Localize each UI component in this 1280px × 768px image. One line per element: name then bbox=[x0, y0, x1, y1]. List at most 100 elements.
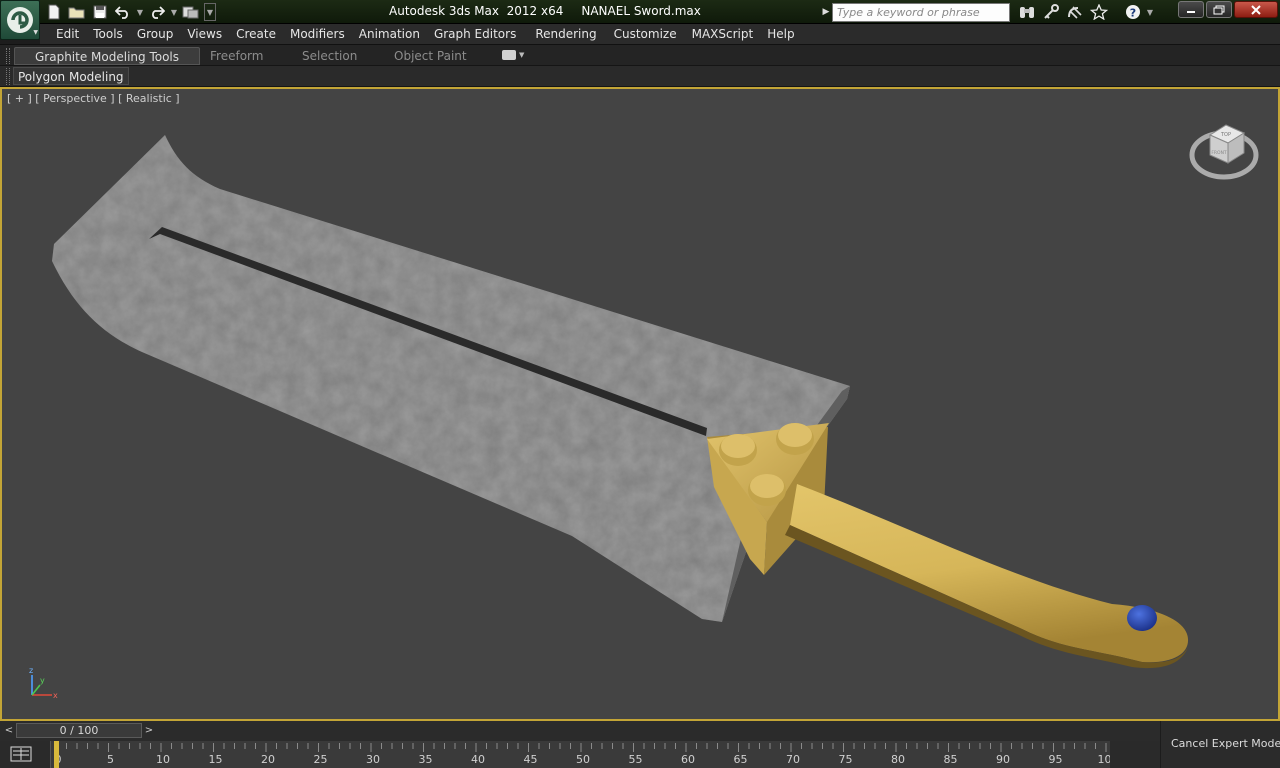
infocenter-search: ▶ bbox=[820, 2, 1010, 22]
viewcube-front-label: FRONT bbox=[1211, 150, 1227, 156]
window-title: Autodesk 3ds Max 2012 x64 NANAEL Sword.ma… bbox=[389, 4, 719, 18]
satellite-icon[interactable] bbox=[1064, 2, 1086, 22]
restore-icon[interactable] bbox=[1206, 1, 1232, 18]
ruler-tick-label: 50 bbox=[576, 753, 590, 766]
menu-help[interactable]: Help bbox=[760, 24, 801, 44]
ruler-tick-label: 90 bbox=[996, 753, 1010, 766]
status-area: Cancel Expert Mode bbox=[1160, 721, 1280, 768]
menu-maxscript[interactable]: MAXScript bbox=[685, 24, 761, 44]
viewport-view-menu[interactable]: [ Perspective ] bbox=[35, 92, 114, 105]
ruler-tick-label: 10 bbox=[156, 753, 170, 766]
save-icon[interactable] bbox=[90, 3, 110, 21]
menu-tools[interactable]: Tools bbox=[86, 24, 130, 44]
tab-object-paint[interactable]: Object Paint bbox=[394, 47, 467, 65]
ruler-tick-label: 100 bbox=[1098, 753, 1112, 766]
time-slider-next-button[interactable]: > bbox=[142, 723, 156, 739]
quick-access-toolbar: ▼ ▼ ▼ bbox=[44, 2, 216, 22]
ruler-tick-label: 75 bbox=[839, 753, 853, 766]
tab-selection[interactable]: Selection bbox=[302, 47, 357, 65]
panel-grip-handle[interactable] bbox=[6, 68, 10, 85]
viewport-plus-menu[interactable]: [ + ] bbox=[7, 92, 32, 105]
ribbon-panel-bar: Polygon Modeling bbox=[0, 66, 1280, 87]
pommel-gem[interactable] bbox=[1127, 605, 1157, 631]
mini-curve-editor-icon[interactable] bbox=[10, 745, 32, 763]
axis-y-label: y bbox=[40, 676, 45, 685]
axis-x-label: x bbox=[53, 691, 58, 700]
search-input[interactable] bbox=[832, 2, 1010, 22]
title-bar: ▼ ▼ ▼ Autodesk 3ds Max 2012 x64 NANAEL Sw… bbox=[0, 0, 1280, 24]
star-icon[interactable] bbox=[1088, 2, 1110, 22]
current-frame-marker[interactable] bbox=[54, 741, 59, 768]
ruler-tick-label: 15 bbox=[209, 753, 223, 766]
cancel-expert-mode-button[interactable]: Cancel Expert Mode bbox=[1171, 737, 1280, 750]
time-slider: < 0 / 100 > bbox=[0, 721, 1160, 741]
track-bar: 0510152025303540455055606570758085909510… bbox=[0, 741, 1160, 768]
ruler-tick-label: 40 bbox=[471, 753, 485, 766]
time-slider-prev-button[interactable]: < bbox=[2, 723, 16, 739]
handle[interactable] bbox=[790, 484, 1189, 663]
search-expand-icon[interactable]: ▶ bbox=[820, 3, 832, 21]
menu-views[interactable]: Views bbox=[180, 24, 229, 44]
ruler-tick-label: 60 bbox=[681, 753, 695, 766]
file-name: NANAEL Sword.max bbox=[581, 4, 701, 18]
ribbon-options-icon[interactable]: ▼ bbox=[502, 50, 524, 60]
ruler-tick-label: 20 bbox=[261, 753, 275, 766]
menu-graph-editors[interactable]: Graph Editors bbox=[427, 24, 523, 44]
help-dropdown-icon[interactable]: ▼ bbox=[1146, 3, 1154, 21]
menu-group[interactable]: Group bbox=[130, 24, 181, 44]
ruler-tick-label: 30 bbox=[366, 753, 380, 766]
undo-icon[interactable] bbox=[113, 3, 133, 21]
polygon-modeling-panel-button[interactable]: Polygon Modeling bbox=[13, 67, 129, 85]
qat-customize-dropdown-icon[interactable]: ▼ bbox=[204, 3, 216, 21]
undo-dropdown-icon[interactable]: ▼ bbox=[136, 3, 144, 21]
menu-create[interactable]: Create bbox=[229, 24, 283, 44]
key-icon[interactable] bbox=[1040, 2, 1062, 22]
perspective-viewport[interactable]: [ + ] [ Perspective ] [ Realistic ] TOP … bbox=[0, 87, 1280, 721]
tab-freeform[interactable]: Freeform bbox=[210, 47, 263, 65]
viewcube-icon[interactable]: TOP FRONT bbox=[1188, 117, 1260, 185]
menu-edit[interactable]: Edit bbox=[49, 24, 86, 44]
ruler-tick-label: 85 bbox=[944, 753, 958, 766]
tab-graphite-modeling-tools[interactable]: Graphite Modeling Tools bbox=[14, 47, 201, 65]
binoculars-icon[interactable] bbox=[1016, 2, 1038, 22]
ruler-tick-label: 55 bbox=[629, 753, 643, 766]
viewcube-top-label: TOP bbox=[1220, 132, 1231, 138]
minimize-icon[interactable] bbox=[1178, 1, 1204, 18]
redo-icon[interactable] bbox=[147, 3, 167, 21]
axis-tripod-icon: z y x bbox=[29, 666, 58, 700]
sword-model[interactable] bbox=[2, 89, 1278, 719]
logo-dropdown-icon: ▼ bbox=[33, 29, 38, 36]
menu-customize[interactable]: Customize bbox=[607, 24, 684, 44]
track-bar-end bbox=[1110, 741, 1160, 768]
project-folder-icon[interactable] bbox=[181, 3, 201, 21]
ruler-tick-label: 65 bbox=[734, 753, 748, 766]
viewport-label: [ + ] [ Perspective ] [ Realistic ] bbox=[7, 92, 180, 105]
infocenter-tools: ? ▼ bbox=[1016, 2, 1154, 22]
ruler-tick-label: 80 bbox=[891, 753, 905, 766]
axis-z-label: z bbox=[29, 666, 33, 675]
menu-rendering[interactable]: Rendering bbox=[528, 24, 603, 44]
ruler-tick-label: 95 bbox=[1049, 753, 1063, 766]
app-name: Autodesk 3ds Max 2012 x64 bbox=[389, 4, 564, 18]
ribbon-grip-handle[interactable] bbox=[6, 48, 10, 64]
ruler-tick-label: 25 bbox=[314, 753, 328, 766]
ruler-tick-label: 35 bbox=[419, 753, 433, 766]
help-icon[interactable]: ? bbox=[1122, 2, 1144, 22]
open-file-icon[interactable] bbox=[67, 3, 87, 21]
viewport-shading-menu[interactable]: [ Realistic ] bbox=[118, 92, 180, 105]
close-icon[interactable] bbox=[1234, 1, 1278, 18]
3dsmax-logo-icon[interactable]: ▼ bbox=[0, 0, 40, 40]
ruler-tick-label: 45 bbox=[524, 753, 538, 766]
menu-modifiers[interactable]: Modifiers bbox=[283, 24, 352, 44]
ruler-tick-label: 70 bbox=[786, 753, 800, 766]
new-file-icon[interactable] bbox=[44, 3, 64, 21]
ribbon-tab-bar: Graphite Modeling Tools Freeform Selecti… bbox=[0, 44, 1280, 66]
track-bar-ruler[interactable]: 0510152025303540455055606570758085909510… bbox=[50, 741, 1112, 768]
menu-bar: Edit Tools Group Views Create Modifiers … bbox=[40, 24, 1280, 44]
window-controls bbox=[1178, 1, 1278, 18]
svg-text:?: ? bbox=[1130, 7, 1136, 20]
redo-dropdown-icon[interactable]: ▼ bbox=[170, 3, 178, 21]
time-slider-thumb[interactable]: 0 / 100 bbox=[16, 723, 142, 738]
menu-animation[interactable]: Animation bbox=[352, 24, 427, 44]
ruler-tick-label: 5 bbox=[107, 753, 114, 766]
